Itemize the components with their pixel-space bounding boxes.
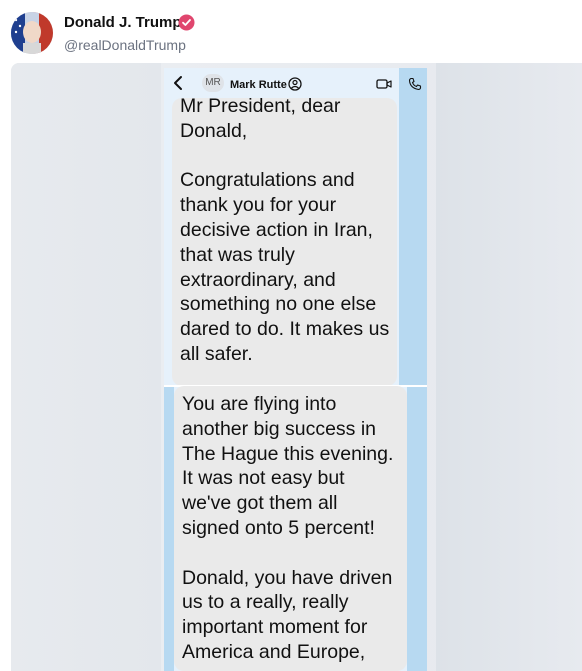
user-handle[interactable]: @realDonaldTrump (64, 37, 186, 53)
avatar[interactable] (11, 12, 53, 54)
post-image[interactable]: MR Mark Rutte Mr President, dear Donald,… (11, 63, 582, 671)
display-name[interactable]: Donald J. Trump (64, 14, 182, 31)
image-blur-left (11, 63, 161, 671)
video-call-icon[interactable] (376, 78, 392, 90)
post-header: Donald J. Trump @realDonaldTrump (0, 0, 582, 62)
message-text: You are flying into another big success … (182, 393, 394, 663)
message-bubble: You are flying into another big success … (174, 386, 407, 671)
message-bubble: Mr President, dear Donald, Congratulatio… (172, 95, 397, 386)
contact-name[interactable]: Mark Rutte (230, 79, 287, 91)
avatar-portrait-icon (11, 12, 53, 54)
chevron-left-icon[interactable] (172, 75, 184, 91)
phone-call-icon[interactable] (408, 77, 422, 91)
contact-avatar[interactable]: MR (202, 74, 224, 92)
chat-background-strip (399, 68, 427, 386)
chat-background-strip-left (164, 386, 174, 671)
chat-screenshot: MR Mark Rutte Mr President, dear Donald,… (164, 68, 427, 671)
verified-badge-icon (178, 14, 195, 31)
image-blur-right (436, 63, 582, 671)
chat-background-strip-right (407, 386, 427, 671)
message-text: Mr President, dear Donald, Congratulatio… (180, 95, 390, 365)
contact-card-icon[interactable] (288, 77, 302, 91)
